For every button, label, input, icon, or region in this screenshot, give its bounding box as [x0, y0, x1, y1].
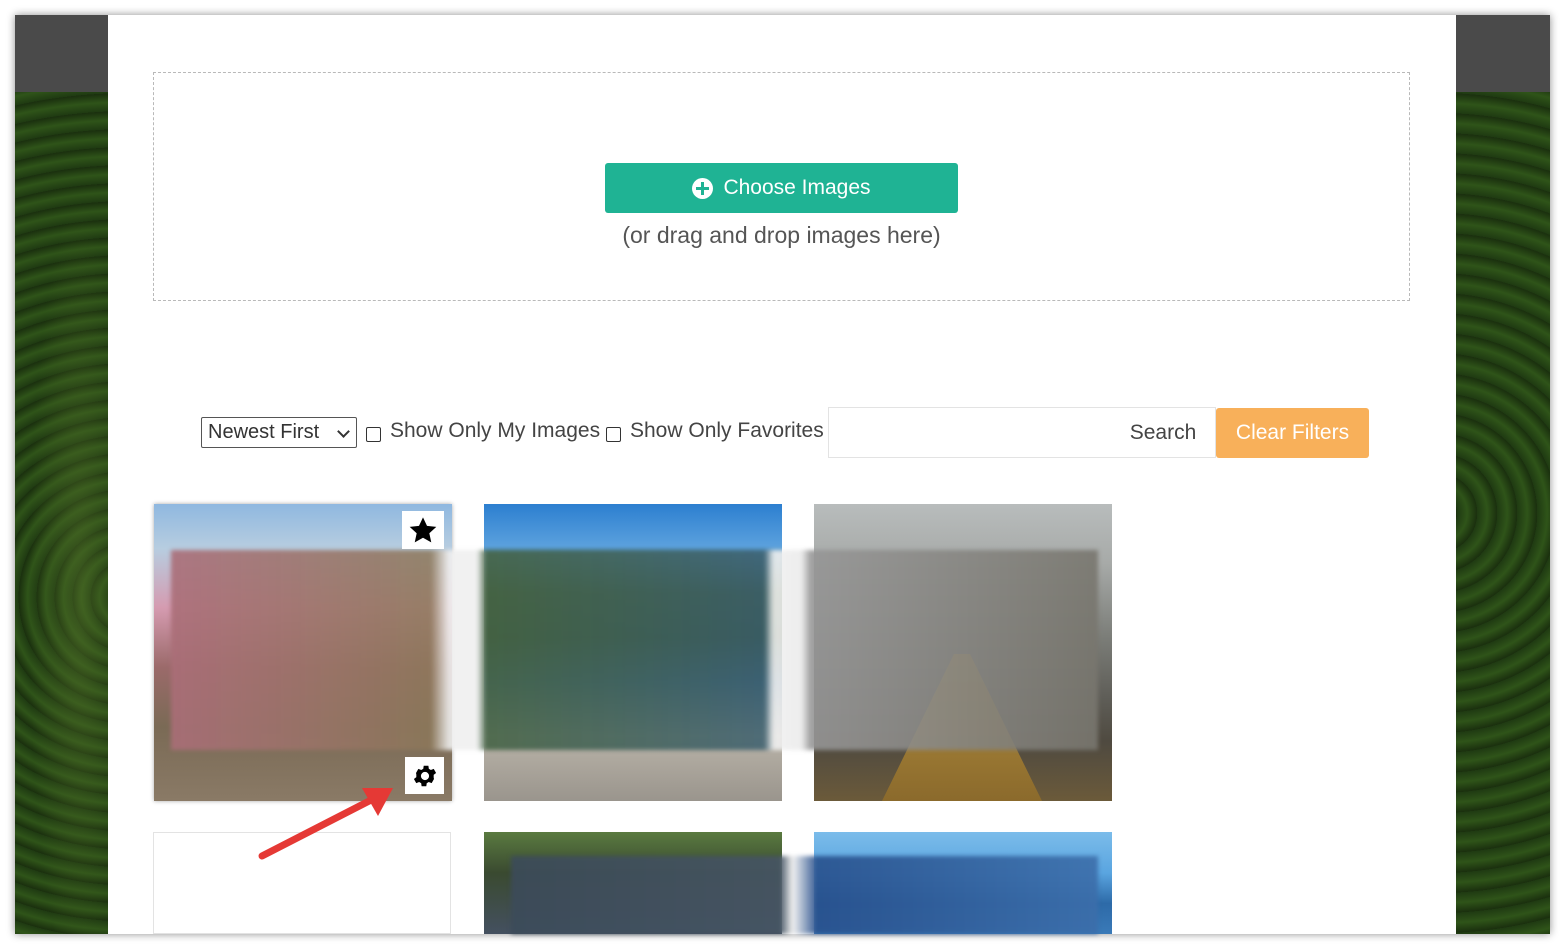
clear-filters-button[interactable]: Clear Filters [1216, 408, 1369, 458]
redaction-blur [171, 550, 1098, 750]
sort-select-value: Newest First [208, 421, 320, 443]
favorite-button[interactable] [402, 511, 444, 549]
gear-icon [413, 765, 436, 786]
top-bar-right [1456, 15, 1550, 92]
red-arrow-icon [258, 788, 393, 860]
show-only-favorites-label[interactable]: Show Only Favorites [630, 419, 824, 443]
background-left [15, 92, 108, 934]
chevron-down-icon [337, 425, 350, 438]
redaction-blur [511, 856, 1098, 934]
plus-circle-icon [692, 177, 714, 199]
star-icon [409, 516, 437, 542]
search-input[interactable] [828, 407, 1112, 458]
show-only-my-images-checkbox[interactable] [366, 427, 381, 442]
show-only-my-images-label[interactable]: Show Only My Images [390, 419, 600, 443]
choose-images-button[interactable]: Choose Images [605, 163, 958, 213]
background-right [1456, 92, 1550, 934]
show-only-favorites-checkbox[interactable] [606, 427, 621, 442]
search-button[interactable]: Search [1111, 407, 1216, 458]
choose-images-label: Choose Images [723, 176, 871, 199]
drag-drop-hint: (or drag and drop images here) [622, 222, 941, 248]
sort-select[interactable]: Newest First [201, 417, 357, 448]
image-settings-button[interactable] [405, 757, 444, 794]
